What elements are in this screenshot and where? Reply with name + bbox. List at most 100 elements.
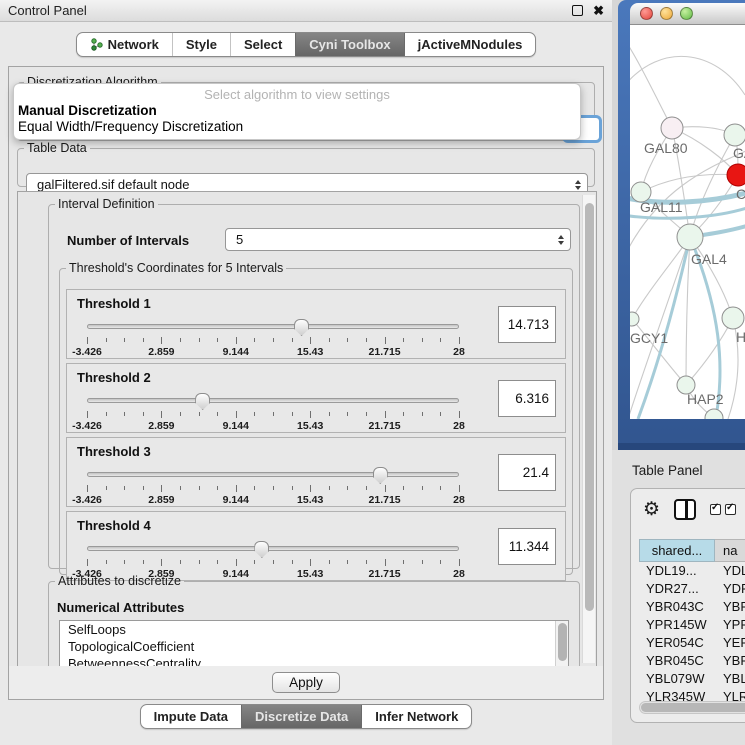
panel-scrollbar-thumb[interactable] bbox=[585, 203, 594, 611]
node-label: GAL11 bbox=[640, 199, 683, 215]
dropdown-placeholder-item[interactable]: Select algorithm to view settings bbox=[14, 86, 580, 103]
table-cell: YDL1 bbox=[715, 562, 745, 580]
numerical-attribute-item[interactable]: SelfLoops bbox=[60, 621, 568, 638]
algorithm-dropdown-popup: Select algorithm to view settings Manual… bbox=[13, 83, 581, 140]
threshold-4-label: Threshold 4 bbox=[77, 518, 151, 533]
window-close-button[interactable] bbox=[640, 7, 653, 20]
table-cell: YER054C bbox=[639, 634, 715, 652]
network-view-window: GAL80GACGAL11GAL4GCY1HHAP2 bbox=[618, 0, 745, 450]
checkbox-icon[interactable] bbox=[725, 504, 736, 515]
slider-tick-labels: -3.4262.8599.14415.4321.71528 bbox=[87, 494, 459, 506]
combo-spinner-icon bbox=[575, 180, 581, 190]
threshold-2-slider[interactable]: -3.4262.8599.14415.4321.71528 bbox=[87, 398, 459, 432]
tab-style[interactable]: Style bbox=[172, 33, 230, 56]
window-frame-bottom bbox=[618, 443, 745, 450]
slider-ticks bbox=[87, 559, 459, 567]
column-header-shared[interactable]: shared... bbox=[639, 539, 715, 562]
network-node[interactable] bbox=[677, 224, 703, 250]
threshold-3-value-field[interactable]: 21.4 bbox=[498, 454, 556, 491]
dropdown-option-equal-width-frequency[interactable]: Equal Width/Frequency Discretization bbox=[14, 119, 580, 135]
float-window-icon[interactable] bbox=[572, 5, 583, 16]
numerical-attributes-list[interactable]: SelfLoopsTopologicalCoefficientBetweenne… bbox=[59, 620, 569, 667]
threshold-1-row: Threshold 1 -3.4262.8599.14415.4321.7152… bbox=[66, 289, 566, 359]
table-row[interactable]: YBL079WYBL0 bbox=[639, 670, 745, 688]
node-label: GCY1 bbox=[630, 330, 668, 346]
table-row[interactable]: YDL19...YDL1 bbox=[639, 562, 745, 580]
list-scrollbar[interactable] bbox=[555, 621, 568, 667]
slider-thumb[interactable] bbox=[294, 319, 309, 336]
table-horizontal-scrollbar[interactable] bbox=[639, 701, 745, 714]
control-panel-title: Control Panel bbox=[8, 3, 87, 18]
window-zoom-button[interactable] bbox=[680, 7, 693, 20]
list-scrollbar-thumb[interactable] bbox=[558, 623, 567, 661]
threshold-2-value-field[interactable]: 6.316 bbox=[498, 380, 556, 417]
close-icon[interactable]: ✖ bbox=[593, 4, 604, 17]
tab-cyni-toolbox[interactable]: Cyni Toolbox bbox=[295, 33, 403, 56]
control-panel: Control Panel ✖ Network Style S bbox=[0, 0, 612, 745]
table-cell: YDR2 bbox=[715, 580, 745, 598]
threshold-1-value-field[interactable]: 14.713 bbox=[498, 306, 556, 343]
threshold-1-slider[interactable]: -3.4262.8599.14415.4321.71528 bbox=[87, 324, 459, 358]
threshold-2-label: Threshold 2 bbox=[77, 370, 151, 385]
settings-scroll-panel: Interval Definition Number of Intervals … bbox=[17, 191, 597, 667]
numerical-attributes-label: Numerical Attributes bbox=[57, 600, 184, 615]
network-node[interactable] bbox=[661, 117, 683, 139]
tab-select[interactable]: Select bbox=[230, 33, 295, 56]
threshold-4-value-field[interactable]: 11.344 bbox=[498, 528, 556, 565]
columns-icon[interactable] bbox=[674, 499, 696, 520]
network-window-titlebar[interactable] bbox=[630, 3, 745, 25]
table-row[interactable]: YER054CYER0 bbox=[639, 634, 745, 652]
table-data-value: galFiltered.sif default node bbox=[37, 177, 189, 192]
table-row[interactable]: YBR043CYBR0 bbox=[639, 598, 745, 616]
node-label: GAL80 bbox=[644, 140, 688, 156]
tab-jactivemnodules[interactable]: jActiveMNodules bbox=[404, 33, 536, 56]
slider-track[interactable] bbox=[87, 472, 459, 477]
numerical-attribute-item[interactable]: TopologicalCoefficient bbox=[60, 638, 568, 655]
table-cell: YER0 bbox=[715, 634, 745, 652]
dropdown-option-manual-discretization[interactable]: Manual Discretization bbox=[14, 103, 580, 119]
attributes-to-discretize-group: Attributes to discretize Numerical Attri… bbox=[48, 574, 580, 667]
node-label: HAP2 bbox=[687, 391, 724, 407]
tab-network[interactable]: Network bbox=[77, 33, 172, 56]
table-row[interactable]: YDR27...YDR2 bbox=[639, 580, 745, 598]
panel-scrollbar[interactable] bbox=[582, 195, 595, 663]
slider-thumb[interactable] bbox=[254, 541, 269, 558]
tab-impute-data[interactable]: Impute Data bbox=[141, 705, 241, 728]
network-node[interactable] bbox=[705, 409, 723, 419]
bottom-tab-bar: Impute Data Discretize Data Infer Networ… bbox=[0, 704, 612, 729]
network-canvas[interactable]: GAL80GACGAL11GAL4GCY1HHAP2 bbox=[630, 25, 745, 419]
column-header-name[interactable]: na bbox=[715, 539, 745, 562]
network-node[interactable] bbox=[724, 124, 745, 146]
window-minimize-button[interactable] bbox=[660, 7, 673, 20]
slider-thumb[interactable] bbox=[373, 467, 388, 484]
checkbox-pair bbox=[710, 504, 736, 515]
top-tab-bar: Network Style Select Cyni Toolbox jActiv… bbox=[0, 32, 612, 57]
number-of-intervals-combobox[interactable]: 5 bbox=[225, 228, 571, 251]
threshold-3-slider[interactable]: -3.4262.8599.14415.4321.71528 bbox=[87, 472, 459, 506]
slider-ticks bbox=[87, 337, 459, 345]
slider-ticks bbox=[87, 411, 459, 419]
table-panel: Table Panel ⚙ shared... na YDL19...YDL1Y… bbox=[612, 450, 745, 745]
network-node[interactable] bbox=[630, 312, 639, 326]
slider-track[interactable] bbox=[87, 546, 459, 551]
table-row[interactable]: YPR145WYPR1 bbox=[639, 616, 745, 634]
apply-button[interactable]: Apply bbox=[272, 672, 340, 693]
gear-icon[interactable]: ⚙ bbox=[643, 500, 660, 519]
checkbox-icon[interactable] bbox=[710, 504, 721, 515]
table-cell: YPR1 bbox=[715, 616, 745, 634]
tab-network-label: Network bbox=[108, 37, 159, 52]
network-edge bbox=[690, 135, 735, 237]
table-row[interactable]: YBR045CYBR0 bbox=[639, 652, 745, 670]
network-edge bbox=[641, 174, 738, 192]
network-graph: GAL80GACGAL11GAL4GCY1HHAP2 bbox=[630, 25, 745, 419]
network-node[interactable] bbox=[727, 164, 745, 186]
table-scrollbar-thumb[interactable] bbox=[641, 703, 745, 712]
slider-thumb[interactable] bbox=[195, 393, 210, 410]
slider-track[interactable] bbox=[87, 398, 459, 403]
tab-discretize-data[interactable]: Discretize Data bbox=[241, 705, 361, 728]
network-node[interactable] bbox=[722, 307, 744, 329]
slider-track[interactable] bbox=[87, 324, 459, 329]
table-panel-container: ⚙ shared... na YDL19...YDL1YDR27...YDR2Y… bbox=[630, 488, 745, 723]
tab-infer-network[interactable]: Infer Network bbox=[361, 705, 471, 728]
cyni-toolbox-panel: Discretization Algorithm Select algorith… bbox=[8, 66, 604, 700]
